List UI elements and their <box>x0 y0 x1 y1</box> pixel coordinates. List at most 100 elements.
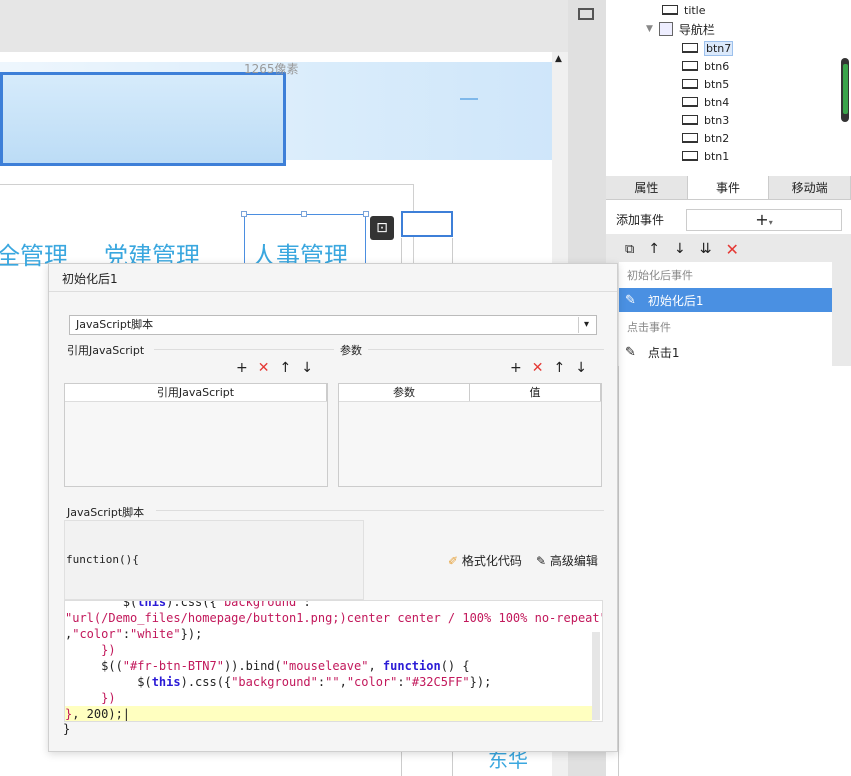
widget-icon <box>682 43 698 53</box>
add-event-dropdown[interactable]: +▾ <box>686 209 842 231</box>
arrow-down-icon[interactable]: ↓ <box>575 360 587 376</box>
unlock-icon[interactable]: ⊡ <box>370 216 394 240</box>
tree-item-btn1[interactable]: btn1 <box>682 147 729 165</box>
divider <box>368 349 604 350</box>
width-ruler-label: 1265像素 <box>244 62 299 76</box>
tree-item-btn7[interactable]: btn7 <box>682 39 734 57</box>
event-item-init[interactable]: ✎ 初始化后1 <box>619 288 832 312</box>
tree-item-label: btn5 <box>704 77 730 91</box>
code-line: }) <box>101 691 116 705</box>
resize-handle[interactable] <box>363 211 369 217</box>
tree-item-label: btn1 <box>704 149 730 163</box>
tab-events[interactable]: 事件 <box>687 176 770 199</box>
params-table[interactable]: 参数 值 <box>338 383 602 487</box>
event-group-label: 点击事件 <box>627 321 671 334</box>
tree-item-label: 导航栏 <box>678 22 715 37</box>
arrow-down-icon[interactable]: ↓ <box>674 241 686 257</box>
format-code-label: 格式化代码 <box>461 554 522 568</box>
copy-icon[interactable]: ⧉ <box>625 242 634 257</box>
properties-tabs: 属性 事件 移动端 <box>606 176 851 200</box>
script-type-select[interactable]: JavaScript脚本 <box>69 315 597 335</box>
format-code-button[interactable]: ✐ 格式化代码 <box>448 552 522 569</box>
arrow-down-icon[interactable]: ↓ <box>301 360 313 376</box>
plus-icon: + <box>755 210 769 229</box>
function-signature: function(){ <box>66 553 139 566</box>
plus-icon[interactable]: + <box>510 360 522 376</box>
selected-btn7-widget[interactable] <box>244 214 366 266</box>
params-label: 参数 <box>340 344 362 357</box>
script-label: JavaScript脚本 <box>67 506 145 519</box>
tree-item-btn3[interactable]: btn3 <box>682 111 729 129</box>
advanced-edit-button[interactable]: ✎ 高级编辑 <box>536 552 598 569</box>
tree-item-label: btn3 <box>704 113 730 127</box>
widget-tree: title ▼ 导航栏 btn7 btn6 btn5 btn4 btn3 btn… <box>606 0 851 176</box>
code-line: $(this).css({"background":"","color":"#3… <box>65 675 492 689</box>
event-item-label: 初始化后1 <box>647 293 704 308</box>
container-icon <box>658 22 673 36</box>
properties-empty-area <box>606 366 851 776</box>
code-line: $(this).css({"background": <box>65 600 311 609</box>
resize-handle[interactable] <box>301 211 307 217</box>
ref-js-toolbar: + ✕ ↑ ↓ <box>236 360 313 376</box>
tree-item-label: btn2 <box>704 131 730 145</box>
delete-icon[interactable]: ✕ <box>726 240 739 259</box>
event-item-label: 点击1 <box>647 345 680 360</box>
divider <box>156 510 604 511</box>
tree-item-btn5[interactable]: btn5 <box>682 75 729 93</box>
ref-js-table[interactable]: 引用JavaScript <box>64 383 328 487</box>
divider <box>154 349 334 350</box>
column-header: 引用JavaScript <box>65 384 327 401</box>
resize-handle[interactable] <box>241 211 247 217</box>
arrow-up-icon[interactable]: ↑ <box>648 241 660 257</box>
tab-properties[interactable]: 属性 <box>606 176 688 199</box>
tree-item-btn4[interactable]: btn4 <box>682 93 729 111</box>
edit-icon[interactable]: ✎ <box>625 345 636 360</box>
widget-icon <box>662 5 678 15</box>
widget-icon <box>682 61 698 71</box>
tree-item-btn6[interactable]: btn6 <box>682 57 729 75</box>
tree-item-btn2[interactable]: btn2 <box>682 129 729 147</box>
code-line: }, 200);| <box>65 707 131 721</box>
small-widget[interactable] <box>401 211 453 237</box>
code-line: "url(/Demo_files/homepage/button1.png;)c… <box>65 611 603 625</box>
widget-icon <box>682 79 698 89</box>
tree-item-label: btn6 <box>704 59 730 73</box>
advanced-edit-label: 高级编辑 <box>549 554 598 568</box>
code-line: ,"color":"white"}); <box>65 627 203 641</box>
title-widget-selection[interactable] <box>0 72 286 166</box>
banner-dash <box>460 98 478 100</box>
chevron-down-icon[interactable]: ▾ <box>578 317 594 333</box>
ref-js-label: 引用JavaScript <box>67 344 145 357</box>
scroll-up-icon[interactable]: ▲ <box>555 54 562 64</box>
widget-icon <box>682 151 698 161</box>
event-item-click[interactable]: ✎ 点击1 <box>619 340 832 364</box>
widget-icon <box>682 133 698 143</box>
plus-icon[interactable]: + <box>236 360 248 376</box>
delete-icon[interactable]: ✕ <box>258 360 270 376</box>
event-toolbar: ⧉ ↑ ↓ ⇊ ✕ <box>619 237 831 261</box>
code-line: $(("#fr-btn-BTN7")).bind("mouseleave", f… <box>65 659 470 673</box>
column-header: 值 <box>470 384 601 401</box>
function-closing-brace: } <box>63 722 71 736</box>
current-line-highlight <box>65 706 592 721</box>
dialog-title: 初始化后1 <box>62 272 118 286</box>
arrow-up-icon[interactable]: ↑ <box>553 360 565 376</box>
layout-icon[interactable] <box>578 8 594 20</box>
chevron-down-icon[interactable]: ▼ <box>646 24 653 34</box>
code-editor[interactable]: $(this).css({"background": "url(/Demo_fi… <box>64 600 603 722</box>
tree-item-navbar[interactable]: ▼ 导航栏 <box>646 20 715 38</box>
tree-item-label: btn7 <box>704 40 734 56</box>
tree-scrollbar-thumb[interactable] <box>843 64 848 114</box>
event-group-label: 初始化后事件 <box>627 269 693 282</box>
add-event-label: 添加事件 <box>616 213 665 227</box>
tree-item-title[interactable]: title <box>662 1 706 19</box>
code-scrollbar[interactable] <box>592 632 600 720</box>
broom-icon: ✐ <box>448 554 459 568</box>
event-list: 初始化后事件 ✎ 初始化后1 点击事件 ✎ 点击1 <box>619 262 832 366</box>
tab-mobile[interactable]: 移动端 <box>769 176 851 199</box>
delete-icon[interactable]: ✕ <box>532 360 544 376</box>
arrow-up-icon[interactable]: ↑ <box>279 360 291 376</box>
move-to-bottom-icon[interactable]: ⇊ <box>700 241 712 257</box>
widget-icon <box>682 115 698 125</box>
edit-icon[interactable]: ✎ <box>625 293 636 308</box>
